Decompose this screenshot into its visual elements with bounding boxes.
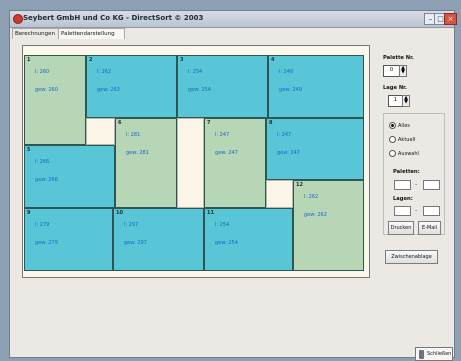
range-dash: –	[415, 208, 418, 214]
zwischenablage-button[interactable]: Zwischenablage	[385, 250, 438, 264]
palette-number-input[interactable]: 0	[383, 65, 400, 77]
chevron-down-icon: ▼	[404, 99, 408, 105]
lage-label: Lage Nr.	[383, 85, 407, 91]
window-titlebar: Seybert GmbH und Co KG - DirectSort © 20…	[10, 11, 457, 28]
minimize-icon: –	[428, 15, 433, 23]
paletten-from-input[interactable]	[394, 180, 411, 190]
lagen-from-input[interactable]	[394, 206, 411, 216]
pallet-cell-length: l: 281	[126, 132, 141, 138]
pallet-cell-length: l: 266	[35, 159, 50, 165]
lagen-label: Lagen:	[393, 196, 413, 202]
pallet-cell-weight: gew: 260	[35, 87, 58, 93]
pallet-cell-weight: gew: 279	[35, 240, 58, 246]
lage-number-input[interactable]: 1	[388, 95, 403, 107]
lage-spinner[interactable]: ▲ ▼	[402, 95, 410, 107]
lagen-to-input[interactable]	[423, 206, 440, 216]
pallet-cell-number: 11	[207, 210, 214, 216]
close-icon: ×	[447, 15, 454, 23]
close-button[interactable]: ×	[444, 13, 457, 25]
pallet-cell-number: 9	[27, 210, 31, 216]
pallet-cell-number: 10	[116, 210, 123, 216]
palette-label: Palette Nr.	[383, 55, 414, 61]
pallet-gap	[86, 118, 115, 145]
pallet-cell-length: l: 254	[215, 222, 230, 228]
pallet-cell-weight: gew: 247	[277, 150, 300, 156]
pallet-cell-number: 4	[271, 57, 275, 63]
right-panel: Palette Nr. 0 ▲ ▼ Lage Nr. 1 ▲ ▼ Alles Akt…	[383, 55, 453, 300]
pallet-cell-weight: gew: 254	[215, 240, 238, 246]
pallet-layout: 1 l: 260 gew: 260 2 l: 262 gew: 262 3 l:…	[24, 55, 364, 276]
radio-aktuell[interactable]: Aktuell	[389, 136, 415, 144]
pallet-cell-number: 7	[207, 120, 211, 126]
pallet-gap	[177, 118, 204, 208]
pallet-cell-2: 2 l: 262 gew: 262	[86, 55, 177, 118]
pallet-cell-weight: gew: 249	[279, 87, 302, 93]
pallet-cell-number: 2	[89, 57, 93, 63]
pallet-cell-length: l: 297	[124, 222, 139, 228]
pallet-cell-11: 11 l: 254 gew: 254	[204, 208, 293, 271]
screen-background: Seybert GmbH und Co KG - DirectSort © 20…	[0, 0, 461, 361]
radio-alle[interactable]: Alles	[389, 122, 410, 130]
window-title: Seybert GmbH und Co KG - DirectSort © 20…	[23, 14, 204, 22]
maximize-icon: □	[437, 15, 444, 23]
pallet-cell-8: 8 l: 247 gew: 247	[266, 118, 364, 180]
pallet-cell-weight: gew: 262	[97, 87, 120, 93]
pallet-cell-number: 5	[27, 147, 31, 153]
pallet-cell-weight: gew: 266	[35, 177, 58, 183]
pallet-cell-12: 12 l: 262 gew: 262	[293, 180, 364, 271]
radio-aktuell-label: Aktuell	[398, 137, 416, 143]
pallet-cell-length: l: 262	[97, 69, 112, 75]
pallet-cell-length: l: 260	[35, 69, 50, 75]
range-dash: –	[415, 182, 418, 188]
pallet-cell-length: l: 249	[279, 69, 294, 75]
radio-checked-icon	[389, 122, 396, 129]
pallet-cell-length: l: 247	[215, 132, 230, 138]
pallet-cell-weight: gew: 254	[188, 87, 211, 93]
pallet-cell-6: 6 l: 281 gew: 281	[115, 118, 177, 208]
drucken-button[interactable]: Drucken	[388, 221, 414, 235]
pallet-cell-length: l: 279	[35, 222, 50, 228]
pallet-cell-4: 4 l: 249 gew: 249	[268, 55, 364, 118]
palette-spinner[interactable]: ▲ ▼	[399, 65, 407, 77]
tab-palettendarstellung[interactable]: Palettendarstellung	[58, 28, 125, 39]
radio-icon	[389, 150, 396, 157]
pallet-cell-weight: gew: 281	[126, 150, 149, 156]
schliessen-label: Schließen	[427, 351, 452, 357]
paletten-to-input[interactable]	[423, 180, 440, 190]
pallet-cell-weight: gew: 247	[215, 150, 238, 156]
pallet-cell-5: 5 l: 266 gew: 266	[24, 145, 115, 208]
radio-icon	[389, 136, 396, 143]
pallet-cell-length: l: 254	[188, 69, 203, 75]
app-window: Seybert GmbH und Co KG - DirectSort © 20…	[9, 10, 457, 361]
pallet-cell-number: 6	[118, 120, 122, 126]
pallet-cell-weight: gew: 262	[304, 212, 327, 218]
radio-alle-label: Alles	[398, 123, 410, 129]
app-icon	[13, 14, 23, 24]
paletten-label: Paletten:	[393, 169, 420, 175]
pallet-cell-number: 3	[180, 57, 184, 63]
email-button[interactable]: E-Mail	[418, 221, 441, 235]
pallet-cell-number: 12	[296, 182, 303, 188]
pallet-cell-1: 1 l: 260 gew: 260	[24, 55, 86, 145]
pallet-cell-number: 1	[27, 57, 31, 63]
pallet-cell-weight: gew: 297	[124, 240, 147, 246]
chevron-down-icon: ▼	[401, 69, 405, 75]
schliessen-button[interactable]: Schließen	[415, 347, 453, 361]
status-bar	[10, 337, 454, 357]
output-group: Alles Aktuell Auswahl Paletten: – Lagen:…	[383, 113, 445, 235]
radio-auswahl-label: Auswahl	[398, 151, 419, 157]
pallet-cell-length: l: 262	[304, 194, 319, 200]
pallet-cell-number: 8	[269, 120, 273, 126]
pallet-cell-3: 3 l: 254 gew: 254	[177, 55, 268, 118]
radio-auswahl[interactable]: Auswahl	[389, 150, 419, 158]
close-door-icon	[419, 350, 424, 359]
pallet-cell-length: l: 247	[277, 132, 292, 138]
tab-berechnungen[interactable]: Berechnungen	[12, 28, 63, 39]
pallet-cell-9: 9 l: 279 gew: 279	[24, 208, 113, 271]
pallet-gap	[266, 180, 293, 208]
pallet-cell-10: 10 l: 297 gew: 297	[113, 208, 204, 271]
pallet-cell-7: 7 l: 247 gew: 247	[204, 118, 266, 208]
